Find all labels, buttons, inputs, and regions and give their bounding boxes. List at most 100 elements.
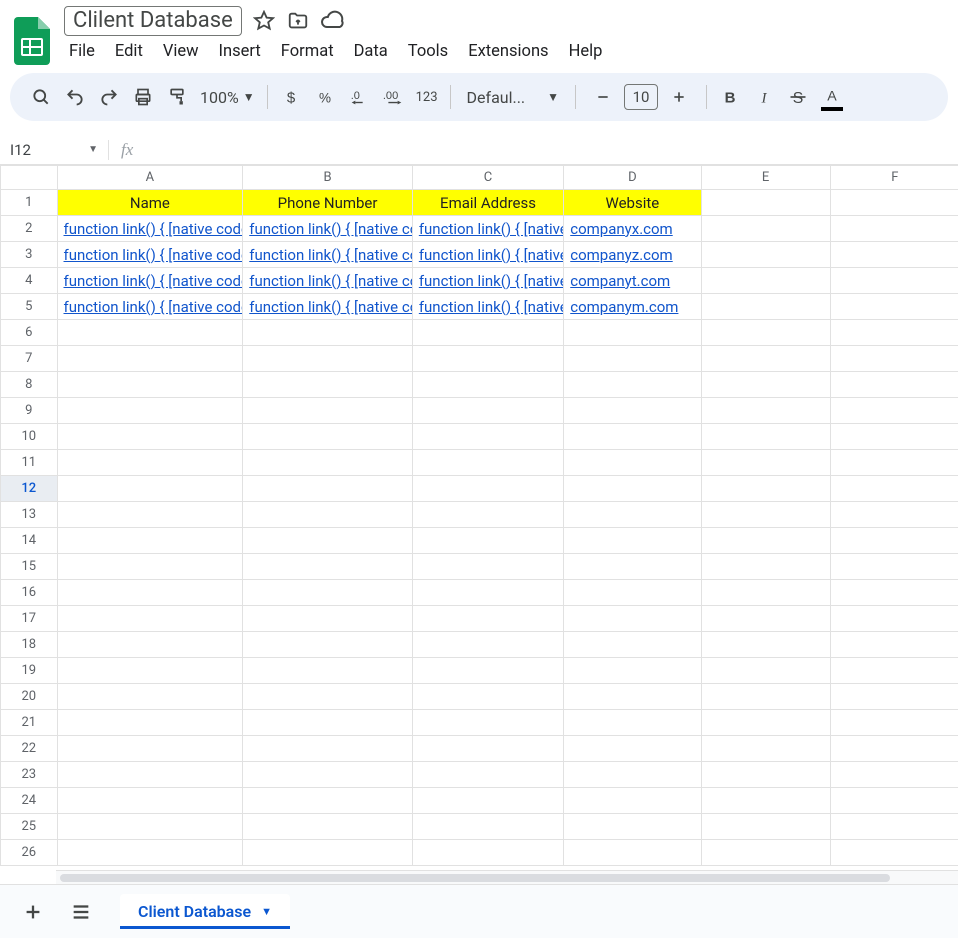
cell[interactable] [412,684,563,710]
cell[interactable] [830,632,958,658]
cell[interactable] [701,606,830,632]
cell[interactable] [412,502,563,528]
cell[interactable] [701,398,830,424]
cell[interactable] [57,372,243,398]
cell[interactable] [243,372,413,398]
cell[interactable] [564,762,701,788]
cell[interactable] [701,528,830,554]
row-header[interactable]: 20 [1,684,58,710]
cell[interactable]: companym.com [564,294,701,320]
cell[interactable] [701,814,830,840]
cell[interactable] [243,398,413,424]
cell[interactable] [57,424,243,450]
row-header[interactable]: 11 [1,450,58,476]
cell[interactable] [243,476,413,502]
cell[interactable] [830,606,958,632]
cell[interactable] [830,502,958,528]
cell[interactable] [412,476,563,502]
cell[interactable] [564,554,701,580]
cell[interactable] [830,424,958,450]
cell[interactable] [57,840,243,866]
text-color-button[interactable]: A [815,80,849,114]
row-header[interactable]: 23 [1,762,58,788]
cell[interactable] [243,580,413,606]
font-family-select[interactable]: Defaul... ▼ [457,88,570,107]
font-size-input[interactable]: 10 [624,84,658,110]
cell[interactable] [830,242,958,268]
cell[interactable] [701,736,830,762]
cell[interactable] [564,424,701,450]
cell[interactable] [243,450,413,476]
cell[interactable] [57,398,243,424]
hyperlink[interactable]: companyz.com [570,246,672,264]
cell[interactable] [243,502,413,528]
column-header[interactable]: E [701,166,830,190]
cell[interactable] [830,528,958,554]
cell[interactable] [564,528,701,554]
cell[interactable] [701,294,830,320]
hyperlink[interactable]: function link() { [native code] } [249,246,412,264]
more-formats-button[interactable]: 123 [410,90,444,105]
menu-tools[interactable]: Tools [399,38,457,65]
hyperlink[interactable]: function link() { [native code] } [64,246,243,264]
row-header[interactable]: 21 [1,710,58,736]
cell[interactable] [57,632,243,658]
column-header[interactable]: F [830,166,958,190]
cell[interactable]: function link() { [native code] } [412,242,563,268]
cell[interactable] [830,840,958,866]
cell[interactable] [412,762,563,788]
cell[interactable] [564,580,701,606]
cell[interactable] [57,554,243,580]
cell[interactable] [412,528,563,554]
menu-view[interactable]: View [154,38,208,65]
cell[interactable] [830,320,958,346]
cell[interactable] [701,762,830,788]
cell[interactable] [564,372,701,398]
cell[interactable] [243,684,413,710]
hyperlink[interactable]: function link() { [native code] } [419,272,564,290]
star-icon[interactable] [252,9,276,33]
cell[interactable] [830,684,958,710]
add-sheet-button[interactable] [14,893,52,931]
redo-button[interactable] [92,80,126,114]
cell[interactable] [57,736,243,762]
column-header[interactable]: A [57,166,243,190]
doc-title-input[interactable]: Clilent Database [64,6,242,36]
increase-decimal-button[interactable]: .00 [376,80,410,114]
menu-data[interactable]: Data [345,38,397,65]
cell[interactable] [243,762,413,788]
cell[interactable] [564,502,701,528]
cell[interactable] [564,814,701,840]
cell[interactable] [701,242,830,268]
cell[interactable] [830,372,958,398]
cell[interactable] [701,268,830,294]
cell[interactable] [57,814,243,840]
strikethrough-button[interactable]: S [781,80,815,114]
cell[interactable] [243,736,413,762]
cell[interactable]: companyz.com [564,242,701,268]
cell[interactable]: function link() { [native code] } [243,216,413,242]
sheets-app-icon[interactable] [10,19,54,63]
cell[interactable] [830,190,958,216]
cell[interactable] [701,372,830,398]
cell[interactable] [243,632,413,658]
row-header[interactable]: 25 [1,814,58,840]
cell[interactable] [57,476,243,502]
hyperlink[interactable]: function link() { [native code] } [419,298,564,316]
cell[interactable] [830,814,958,840]
menu-extensions[interactable]: Extensions [459,38,557,65]
print-button[interactable] [126,80,160,114]
cell[interactable] [564,658,701,684]
sheet-tab-active[interactable]: Client Database ▼ [120,894,290,929]
row-header[interactable]: 24 [1,788,58,814]
cell[interactable] [830,476,958,502]
row-header[interactable]: 8 [1,372,58,398]
decrease-decimal-button[interactable]: .0 [342,80,376,114]
hyperlink[interactable]: function link() { [native code] } [64,220,243,238]
cell[interactable]: function link() { [native code] } [412,294,563,320]
cell[interactable] [701,216,830,242]
cell[interactable] [564,736,701,762]
cell[interactable]: function link() { [native code] } [57,242,243,268]
cell[interactable] [243,658,413,684]
menu-insert[interactable]: Insert [210,38,270,65]
